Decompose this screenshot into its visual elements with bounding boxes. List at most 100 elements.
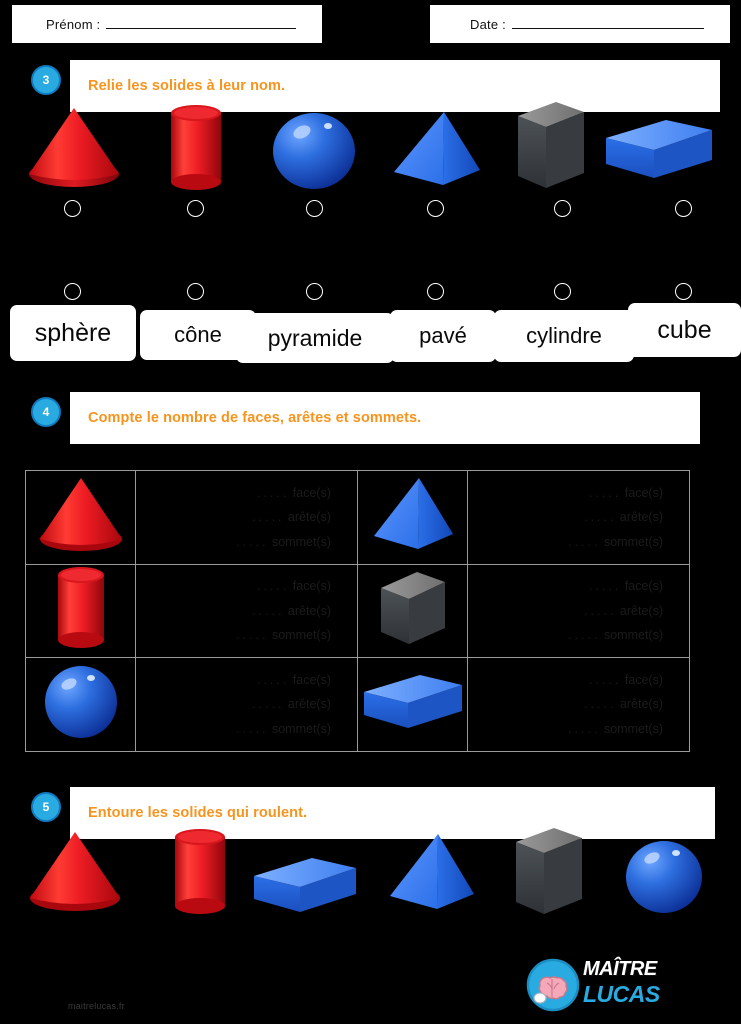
exercise-number-badge-3: 3	[31, 65, 61, 95]
word-chip-cube[interactable]: cube	[628, 303, 741, 357]
count-line-vertices[interactable]: ..... sommet(s)	[468, 623, 689, 647]
blank-faces[interactable]: .....	[589, 673, 621, 687]
table-cell-counts-sphere[interactable]: ..... face(s) ..... arête(s) ..... somme…	[135, 657, 358, 752]
date-write-line[interactable]	[511, 16, 704, 29]
count-line-vertices[interactable]: ..... sommet(s)	[468, 717, 689, 741]
solid-cuboid-table	[362, 672, 464, 732]
solid-cube-table	[377, 568, 449, 648]
label-faces: face(s)	[624, 485, 663, 500]
table-cell-shape-cube	[357, 563, 468, 659]
blank-faces[interactable]: .....	[257, 673, 289, 687]
brand-logo: MAÎTRE LUCAS	[525, 955, 685, 1017]
solids-count-table: ..... face(s) ..... arête(s) ..... somme…	[25, 470, 690, 752]
blank-vertices[interactable]: .....	[568, 628, 600, 642]
table-cell-counts-cuboid[interactable]: ..... face(s) ..... arête(s) ..... somme…	[467, 657, 690, 752]
count-line-vertices[interactable]: ..... sommet(s)	[136, 530, 357, 554]
blank-faces[interactable]: .....	[257, 486, 289, 500]
table-cell-counts-cube[interactable]: ..... face(s) ..... arête(s) ..... somme…	[467, 563, 690, 659]
solid-sphere-ex3	[272, 112, 356, 190]
date-label: Date :	[470, 16, 506, 32]
date-field-box[interactable]: Date :	[430, 5, 730, 43]
table-cell-counts-cylinder[interactable]: ..... face(s) ..... arête(s) ..... somme…	[135, 563, 358, 659]
blank-edges[interactable]: .....	[252, 510, 284, 524]
solid-cone-ex3	[26, 106, 122, 190]
logo-line-1: MAÎTRE	[583, 958, 657, 980]
blank-vertices[interactable]: .....	[236, 535, 268, 549]
count-line-vertices[interactable]: ..... sommet(s)	[468, 530, 689, 554]
solid-cone-ex5[interactable]	[27, 830, 123, 914]
exercise-number-badge-5: 5	[31, 792, 61, 822]
solid-cube-ex3	[514, 100, 588, 192]
connector-dot-bottom-6[interactable]	[675, 283, 692, 300]
solid-cuboid-ex3	[604, 118, 716, 182]
blank-edges[interactable]: .....	[584, 697, 616, 711]
count-line-edges[interactable]: ..... arête(s)	[136, 599, 357, 623]
connector-dot-bottom-2[interactable]	[187, 283, 204, 300]
solid-cylinder-ex3	[168, 104, 224, 192]
connector-dot-top-5[interactable]	[554, 200, 571, 217]
count-line-faces[interactable]: ..... face(s)	[468, 668, 689, 692]
table-cell-shape-cuboid	[357, 657, 468, 752]
exercise-banner-4: Compte le nombre de faces, arêtes et som…	[70, 392, 700, 444]
solid-cylinder-ex5[interactable]	[172, 828, 228, 916]
connector-dot-top-3[interactable]	[306, 200, 323, 217]
blank-edges[interactable]: .....	[252, 604, 284, 618]
blank-vertices[interactable]: .....	[568, 535, 600, 549]
count-line-edges[interactable]: ..... arête(s)	[468, 599, 689, 623]
connector-dot-bottom-1[interactable]	[64, 283, 81, 300]
connector-dot-bottom-4[interactable]	[427, 283, 444, 300]
word-chip-pyramid[interactable]: pyramide	[236, 313, 394, 363]
count-line-vertices[interactable]: ..... sommet(s)	[136, 717, 357, 741]
count-line-edges[interactable]: ..... arête(s)	[136, 692, 357, 716]
solid-cuboid-ex5[interactable]	[252, 854, 360, 916]
word-chip-pave[interactable]: pavé	[390, 310, 496, 362]
count-line-faces[interactable]: ..... face(s)	[136, 481, 357, 505]
blank-faces[interactable]: .....	[589, 486, 621, 500]
count-line-faces[interactable]: ..... face(s)	[136, 574, 357, 598]
solid-pyramid-ex5[interactable]	[384, 832, 480, 914]
count-line-edges[interactable]: ..... arête(s)	[468, 692, 689, 716]
label-edges: arête(s)	[287, 510, 331, 525]
word-chip-sphere[interactable]: sphère	[10, 305, 136, 361]
connector-dot-top-1[interactable]	[64, 200, 81, 217]
connector-dot-top-4[interactable]	[427, 200, 444, 217]
label-faces: face(s)	[292, 579, 331, 594]
label-edges: arête(s)	[619, 510, 663, 525]
solid-cube-ex5[interactable]	[512, 826, 586, 918]
count-line-faces[interactable]: ..... face(s)	[468, 481, 689, 505]
prenom-write-line[interactable]	[106, 16, 296, 29]
word-chip-cylindre[interactable]: cylindre	[494, 310, 634, 362]
exercise-instruction-4: Compte le nombre de faces, arêtes et som…	[88, 410, 422, 426]
table-cell-counts-cone[interactable]: ..... face(s) ..... arête(s) ..... somme…	[135, 470, 358, 565]
label-faces: face(s)	[292, 485, 331, 500]
blank-faces[interactable]: .....	[257, 579, 289, 593]
connector-dot-top-6[interactable]	[675, 200, 692, 217]
prenom-field-box[interactable]: Prénom :	[12, 5, 322, 43]
table-cell-shape-sphere	[25, 657, 136, 752]
blank-vertices[interactable]: .....	[236, 722, 268, 736]
table-cell-counts-pyramid[interactable]: ..... face(s) ..... arête(s) ..... somme…	[467, 470, 690, 565]
blank-faces[interactable]: .....	[589, 579, 621, 593]
brain-icon	[526, 958, 580, 1012]
blank-edges[interactable]: .....	[252, 697, 284, 711]
logo-line-2: LUCAS	[583, 981, 660, 1007]
count-line-vertices[interactable]: ..... sommet(s)	[136, 623, 357, 647]
blank-edges[interactable]: .....	[584, 604, 616, 618]
label-vertices: sommet(s)	[603, 534, 663, 549]
solid-sphere-ex5[interactable]	[624, 840, 704, 914]
solid-pyramid-ex3	[388, 110, 484, 190]
connector-dot-bottom-5[interactable]	[554, 283, 571, 300]
blank-vertices[interactable]: .....	[568, 722, 600, 736]
table-row: ..... face(s) ..... arête(s) ..... somme…	[25, 563, 690, 659]
blank-edges[interactable]: .....	[584, 510, 616, 524]
count-line-faces[interactable]: ..... face(s)	[468, 574, 689, 598]
exercise-instruction-5: Entoure les solides qui roulent.	[88, 805, 308, 821]
count-line-edges[interactable]: ..... arête(s)	[136, 505, 357, 529]
count-line-edges[interactable]: ..... arête(s)	[468, 505, 689, 529]
count-line-faces[interactable]: ..... face(s)	[136, 668, 357, 692]
connector-dot-top-2[interactable]	[187, 200, 204, 217]
label-vertices: sommet(s)	[271, 628, 331, 643]
label-faces: face(s)	[624, 579, 663, 594]
connector-dot-bottom-3[interactable]	[306, 283, 323, 300]
blank-vertices[interactable]: .....	[236, 628, 268, 642]
